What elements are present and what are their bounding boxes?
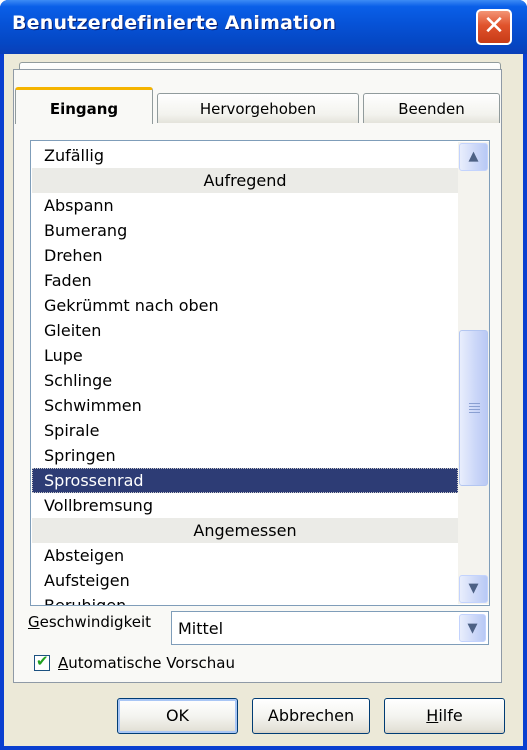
list-item[interactable]: Drehen <box>32 243 458 268</box>
list-item[interactable]: Abspann <box>32 193 458 218</box>
list-item[interactable]: Beruhigen <box>32 593 458 605</box>
speed-value: Mittel <box>178 619 224 638</box>
list-item[interactable]: Gekrümmt nach oben <box>32 293 458 318</box>
auto-preview-label[interactable]: Automatische Vorschau <box>58 654 235 672</box>
list-item[interactable]: Schlinge <box>32 368 458 393</box>
chevron-down-icon: ▼ <box>467 621 478 636</box>
tab-beenden[interactable]: Beenden <box>363 93 500 123</box>
list-item[interactable]: Vollbremsung <box>32 493 458 518</box>
dropdown-button[interactable]: ▼ <box>459 614 486 642</box>
vertical-scrollbar[interactable]: ▲ ▼ <box>458 142 489 604</box>
tab-hervorgehoben[interactable]: Hervorgehoben <box>157 93 359 123</box>
effect-listbox[interactable]: Zufällig Aufregend Abspann Bumerang Drehen Fa… <box>30 140 490 606</box>
list-group-header: Angemessen <box>32 518 458 543</box>
speed-label: Geschwindigkeit <box>28 613 152 631</box>
ok-button[interactable]: OK <box>117 698 238 734</box>
cancel-button[interactable]: Abbrechen <box>252 698 370 734</box>
checkmark-icon: ✔ <box>36 652 49 670</box>
window-title: Benutzerdefinierte Animation <box>12 12 337 34</box>
tab-eingang[interactable]: Eingang <box>15 87 153 124</box>
title-bar[interactable]: Benutzerdefinierte Animation ✕ <box>0 0 527 54</box>
list-item[interactable]: Spirale <box>32 418 458 443</box>
list-item[interactable]: Gleiten <box>32 318 458 343</box>
dialog-window: Benutzerdefinierte Animation ✕ Animation… <box>0 0 527 750</box>
help-button[interactable]: Hilfe <box>384 698 505 734</box>
auto-preview-checkbox[interactable]: ✔ <box>34 652 50 671</box>
list-item[interactable]: Aufsteigen <box>32 568 458 593</box>
chevron-up-icon: ▲ <box>468 149 479 164</box>
close-icon: ✕ <box>483 11 505 41</box>
list-item[interactable]: Bumerang <box>32 218 458 243</box>
list-item[interactable]: Faden <box>32 268 458 293</box>
scroll-thumb[interactable] <box>459 330 488 486</box>
list-item[interactable]: Sprossenrad <box>32 468 458 493</box>
list-group-header: Aufregend <box>32 168 458 193</box>
scroll-down-button[interactable]: ▼ <box>459 575 488 603</box>
list-item[interactable]: Absteigen <box>32 543 458 568</box>
effect-list: Zufällig Aufregend Abspann Bumerang Drehen Fa… <box>32 143 458 605</box>
grip-icon <box>469 403 480 413</box>
list-item[interactable]: Lupe <box>32 343 458 368</box>
close-button[interactable]: ✕ <box>476 9 512 45</box>
list-item[interactable]: Springen <box>32 443 458 468</box>
list-item[interactable]: Schwimmen <box>32 393 458 418</box>
speed-dropdown[interactable]: Mittel ▼ <box>171 611 489 645</box>
scroll-up-button[interactable]: ▲ <box>459 143 488 171</box>
chevron-down-icon: ▼ <box>468 581 479 596</box>
list-item[interactable]: Zufällig <box>32 143 458 168</box>
